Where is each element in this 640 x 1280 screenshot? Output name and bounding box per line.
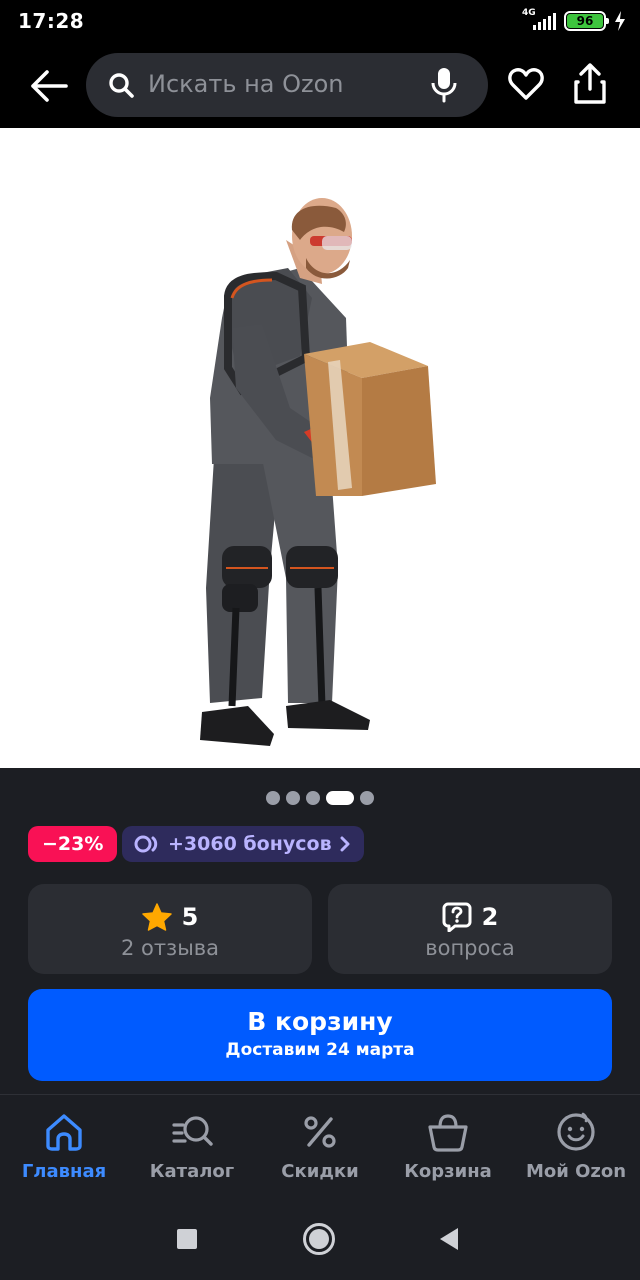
bottom-navigation: Главная Каталог Скидки Корзина Мой Ozon <box>0 1094 640 1200</box>
home-icon <box>46 1114 82 1151</box>
bonus-badge[interactable]: +3060 бонусов <box>122 826 364 862</box>
gallery-dot[interactable] <box>286 791 300 805</box>
gallery-dot[interactable] <box>306 791 320 805</box>
rating-score: 5 <box>181 903 199 931</box>
gallery-pagination <box>0 790 640 806</box>
recents-button-icon[interactable] <box>176 1228 198 1250</box>
home-button-icon[interactable] <box>302 1222 336 1256</box>
status-bar: 17:28 4G 96 <box>0 0 640 42</box>
battery-icon: 96 <box>564 11 609 31</box>
signal-icon: 4G <box>522 8 556 32</box>
search-icon <box>109 73 134 98</box>
nav-label: Главная <box>21 1161 107 1182</box>
discount-badge: −23% <box>28 826 118 862</box>
questions-label: вопроса <box>425 936 515 960</box>
gallery-dot[interactable] <box>266 791 280 805</box>
ozon-points-icon <box>134 835 158 853</box>
search-field[interactable]: Искать на Ozon <box>86 53 488 117</box>
microphone-icon[interactable] <box>428 67 460 103</box>
charging-icon <box>615 11 625 31</box>
nav-label: Скидки <box>281 1161 359 1182</box>
add-to-cart-button[interactable]: В корзину Доставим 24 марта <box>28 989 612 1081</box>
back-button-icon[interactable] <box>438 1226 460 1252</box>
delivery-date: Доставим 24 марта <box>225 1040 415 1060</box>
battery-level: 96 <box>567 14 603 28</box>
bonus-label: +3060 бонусов <box>168 833 332 855</box>
chevron-right-icon <box>340 836 350 852</box>
nav-label: Каталог <box>149 1161 235 1182</box>
search-placeholder: Искать на Ozon <box>148 70 344 98</box>
questions-count: 2 <box>481 903 499 931</box>
share-icon[interactable] <box>570 62 610 106</box>
rating-card[interactable]: 5 2 отзыва <box>28 884 312 974</box>
product-image-gallery[interactable] <box>0 128 640 768</box>
app-bar: Искать на Ozon <box>0 42 640 128</box>
status-time: 17:28 <box>18 9 85 33</box>
percent-icon <box>304 1116 336 1148</box>
reviews-count: 2 отзыва <box>120 936 220 960</box>
status-icons: 4G 96 <box>522 8 626 32</box>
catalog-search-icon <box>172 1116 213 1146</box>
product-photo <box>200 198 436 746</box>
basket-icon <box>428 1114 468 1152</box>
star-icon <box>141 903 172 931</box>
heart-icon[interactable] <box>506 64 546 104</box>
nav-item-my-ozon[interactable]: Мой Ozon <box>512 1111 640 1182</box>
nav-item-home[interactable]: Главная <box>0 1111 128 1182</box>
add-to-cart-label: В корзину <box>247 1007 393 1036</box>
nav-item-cart[interactable]: Корзина <box>384 1111 512 1182</box>
gallery-dot-active[interactable] <box>326 791 354 805</box>
question-bubble-icon <box>442 902 472 932</box>
system-navigation-bar <box>0 1200 640 1280</box>
questions-card[interactable]: 2 вопроса <box>328 884 612 974</box>
gallery-dot[interactable] <box>360 791 374 805</box>
nav-item-catalog[interactable]: Каталог <box>128 1111 256 1182</box>
arrow-left-icon <box>31 70 68 102</box>
nav-item-discounts[interactable]: Скидки <box>256 1111 384 1182</box>
nav-label: Мой Ozon <box>525 1161 627 1182</box>
nav-label: Корзина <box>404 1161 492 1182</box>
smile-face-icon <box>557 1112 595 1151</box>
back-button[interactable] <box>28 66 70 106</box>
